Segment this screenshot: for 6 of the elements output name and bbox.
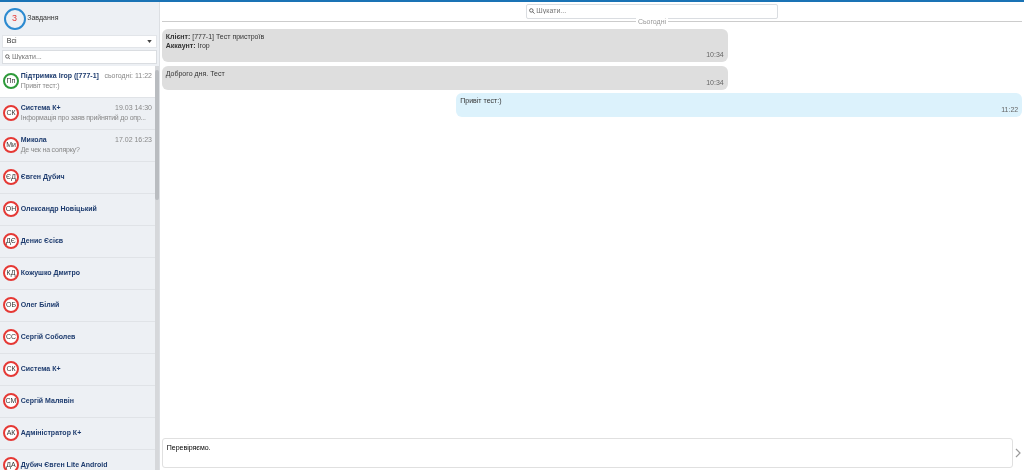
search-icon bbox=[528, 8, 535, 15]
task-count[interactable]: 3 bbox=[3, 7, 26, 30]
scrollbar-thumb[interactable] bbox=[155, 69, 159, 200]
caret-icon bbox=[147, 40, 153, 43]
scrollbar[interactable] bbox=[155, 65, 159, 470]
search-icon bbox=[4, 53, 11, 60]
